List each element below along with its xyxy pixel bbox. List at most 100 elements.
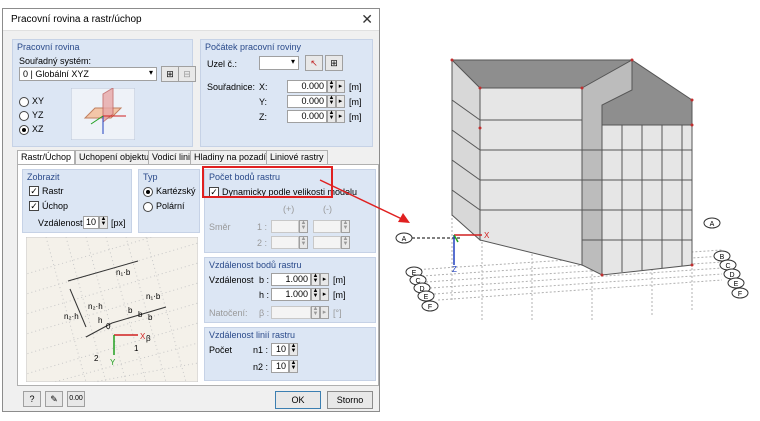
y-label: Y:: [259, 97, 268, 107]
plane-preview-image: [71, 88, 135, 140]
origin-x-input[interactable]: 0.000: [287, 80, 327, 93]
plane-yz-radio[interactable]: [19, 111, 29, 121]
coord-system-label: Souřadný systém:: [19, 56, 92, 66]
right-label-f: F: [738, 291, 742, 298]
polar-label: Polární: [156, 201, 185, 211]
n1-input[interactable]: 10: [271, 343, 289, 356]
line-grid-group: Vzdálenost linií rastru Počet n1 : 10 ▲ ▼…: [204, 327, 376, 381]
diagram-two: 2: [94, 354, 99, 363]
distance-unit: [px]: [111, 218, 126, 228]
plus-label: (+): [283, 204, 295, 214]
diagram-n2h: n₂·h: [64, 312, 79, 321]
row2-label: 2 :: [257, 238, 268, 248]
close-icon[interactable]: ✕: [361, 11, 373, 28]
rotation-arrow[interactable]: ▸: [320, 306, 329, 319]
left-label-e2: E: [424, 294, 429, 301]
h-label: h :: [259, 290, 270, 300]
plane-yz-label: YZ: [32, 110, 44, 120]
dir2-plus-spinner[interactable]: ▲ ▼: [299, 236, 308, 249]
ok-button[interactable]: OK: [275, 391, 321, 409]
type-group: Typ Kartézský Polární: [138, 169, 200, 233]
title-bar[interactable]: Pracovní rovina a rastr/úchop ✕: [3, 9, 379, 31]
cartesian-label: Kartézský: [156, 186, 196, 196]
spacing-b-arrow[interactable]: ▸: [320, 273, 329, 286]
cancel-button[interactable]: Storno: [327, 391, 373, 409]
dir1-plus-spinner[interactable]: ▲ ▼: [299, 220, 308, 233]
left-label-a: A: [402, 236, 407, 243]
show-header: Zobrazit: [27, 172, 60, 182]
diagram-b-3: b: [148, 313, 153, 322]
spacing-b-input[interactable]: 1.000: [271, 273, 311, 286]
tab-grid-snap[interactable]: Rastr/Úchop: [17, 150, 76, 165]
node-select[interactable]: ▾: [259, 56, 299, 70]
rotation-input[interactable]: [271, 306, 311, 319]
n2-label: n2 :: [253, 362, 269, 372]
node-list-icon[interactable]: ⊞: [325, 55, 343, 71]
work-plane-header: Pracovní rovina: [17, 42, 80, 52]
dir2-minus-input[interactable]: [313, 236, 341, 249]
n2-spinner[interactable]: ▲ ▼: [289, 360, 298, 373]
snap-checkbox[interactable]: ✓: [29, 201, 39, 211]
tab-background-layers[interactable]: Hladiny na pozadí: [190, 150, 271, 164]
chevron-down-icon: ▾: [290, 57, 295, 66]
distance-label: Vzdálenost:: [38, 218, 86, 228]
distance-input[interactable]: 10: [83, 216, 99, 229]
diagram-n1b-2: n₁·b: [146, 292, 161, 301]
edit-icon[interactable]: ✎: [45, 391, 63, 407]
left-label-f: F: [428, 304, 432, 311]
origin-z-input[interactable]: 0.000: [287, 110, 327, 123]
spacing-h-spinner[interactable]: ▲ ▼: [311, 288, 320, 301]
y-unit: [m]: [349, 97, 362, 107]
model-view: X Z A E C D E F A B C D E F: [395, 58, 749, 320]
n1-spinner[interactable]: ▲ ▼: [289, 343, 298, 356]
plane-xz-radio[interactable]: [19, 125, 29, 135]
select-coord-icon[interactable]: ⊞: [161, 66, 179, 82]
rotation-label: Natočení:: [209, 308, 248, 318]
origin-x-spinner[interactable]: ▲ ▼: [327, 80, 336, 93]
grid-label: Rastr: [42, 186, 64, 196]
cartesian-radio[interactable]: [143, 187, 153, 197]
help-icon[interactable]: ?: [23, 391, 41, 407]
origin-z-spinner[interactable]: ▲ ▼: [327, 110, 336, 123]
x-label: X:: [259, 82, 268, 92]
spacing-group: Vzdálenost bodů rastru Vzdálenost b : 1.…: [204, 257, 376, 323]
units-icon[interactable]: 0.00: [67, 391, 85, 407]
spacing-header: Vzdálenost bodů rastru: [209, 260, 302, 270]
axis-x-label: X: [484, 231, 490, 240]
dir1-plus-input[interactable]: [271, 220, 299, 233]
grid-checkbox[interactable]: ✓: [29, 186, 39, 196]
origin-y-spinner[interactable]: ▲ ▼: [327, 95, 336, 108]
type-header: Typ: [143, 172, 158, 182]
coord-system-select[interactable]: 0 | Globální XYZ ▾: [19, 67, 157, 81]
rotation-spinner[interactable]: ▲ ▼: [311, 306, 320, 319]
origin-x-arrow[interactable]: ▸: [336, 80, 345, 93]
diagram-b: b: [128, 306, 133, 315]
dir2-minus-spinner[interactable]: ▲ ▼: [341, 236, 350, 249]
coords-label: Souřadnice:: [207, 82, 256, 92]
plane-xy-radio[interactable]: [19, 97, 29, 107]
edit-coord-icon[interactable]: ⊟: [178, 66, 196, 82]
spacing-label: Vzdálenost: [209, 275, 254, 285]
pick-node-icon[interactable]: ↖: [305, 55, 323, 71]
distance-spinner[interactable]: ▲ ▼: [99, 216, 108, 229]
origin-y-arrow[interactable]: ▸: [336, 95, 345, 108]
z-unit: [m]: [349, 112, 362, 122]
spacing-b-spinner[interactable]: ▲ ▼: [311, 273, 320, 286]
origin-z-arrow[interactable]: ▸: [336, 110, 345, 123]
n2-input[interactable]: 10: [271, 360, 289, 373]
direction-label: Směr: [209, 222, 231, 232]
polar-radio[interactable]: [143, 202, 153, 212]
spacing-h-arrow[interactable]: ▸: [320, 288, 329, 301]
tab-line-grids[interactable]: Liniové rastry: [266, 150, 328, 164]
spacing-h-input[interactable]: 1.000: [271, 288, 311, 301]
origin-y-input[interactable]: 0.000: [287, 95, 327, 108]
diagram-n2h-2: n₂·h: [88, 302, 103, 311]
origin-group: Počátek pracovní roviny Uzel č.: ▾ ↖ ⊞ S…: [200, 39, 373, 147]
x-unit: [m]: [349, 82, 362, 92]
plane-xz-label: XZ: [32, 124, 44, 134]
highlight-box: [202, 166, 333, 198]
dir2-plus-input[interactable]: [271, 236, 299, 249]
plane-xy-label: XY: [32, 96, 45, 106]
diagram-origin: 0: [106, 322, 111, 331]
tab-object-snap[interactable]: Uchopení objektu: [75, 150, 154, 164]
